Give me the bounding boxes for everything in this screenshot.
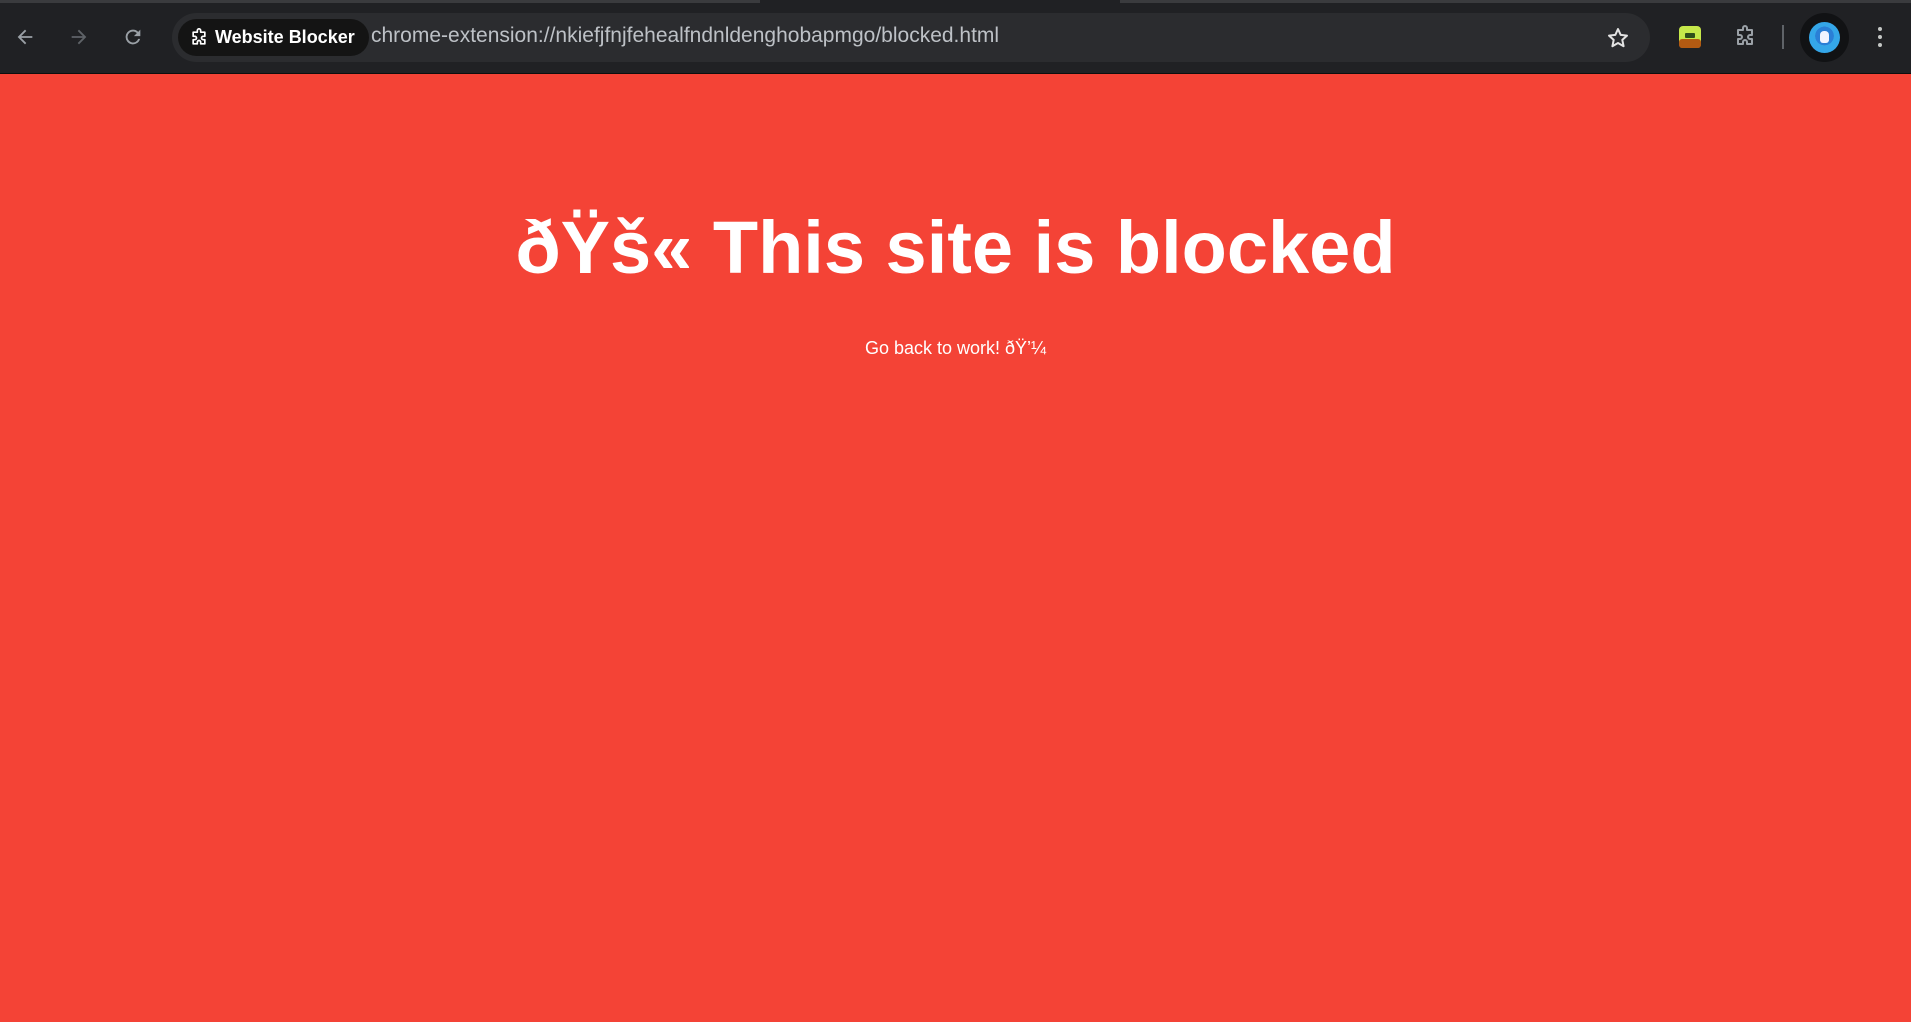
extensions-menu-button[interactable] bbox=[1727, 19, 1763, 55]
puzzle-piece-icon bbox=[192, 27, 206, 45]
blocked-page: ðŸš« This site is blocked Go back to wor… bbox=[0, 74, 1911, 1022]
back-arrow-icon bbox=[17, 29, 33, 45]
tab-strip-edge bbox=[1120, 0, 1911, 3]
site-chip-label: Website Blocker bbox=[215, 27, 355, 47]
bookmark-button[interactable] bbox=[1604, 24, 1632, 52]
extension-button[interactable] bbox=[1672, 19, 1708, 55]
profile-button[interactable] bbox=[1800, 13, 1849, 62]
forward-button[interactable] bbox=[61, 19, 97, 55]
browser-toolbar: Website Blocker chrome-extension://nkief… bbox=[0, 0, 1911, 74]
toolbar-divider bbox=[1782, 25, 1784, 49]
star-icon bbox=[1608, 28, 1628, 48]
avatar bbox=[1809, 22, 1840, 53]
address-bar[interactable]: Website Blocker chrome-extension://nkief… bbox=[172, 13, 1650, 62]
green-extension-icon bbox=[1679, 26, 1701, 48]
tab-strip-edge bbox=[0, 0, 760, 3]
page-subtext: Go back to work! ðŸ’¼ bbox=[864, 338, 1047, 358]
puzzle-piece-icon bbox=[1737, 25, 1753, 45]
reload-button[interactable] bbox=[115, 19, 151, 55]
page-title: ðŸš« This site is blocked bbox=[515, 206, 1396, 289]
url-text[interactable]: chrome-extension://nkiefjfnjfehealfndnld… bbox=[371, 24, 999, 48]
site-info-chip[interactable]: Website Blocker bbox=[178, 19, 369, 56]
back-button[interactable] bbox=[7, 19, 43, 55]
forward-arrow-icon bbox=[71, 29, 87, 45]
three-dot-menu-icon[interactable] bbox=[1862, 19, 1898, 55]
reload-icon bbox=[125, 29, 141, 45]
